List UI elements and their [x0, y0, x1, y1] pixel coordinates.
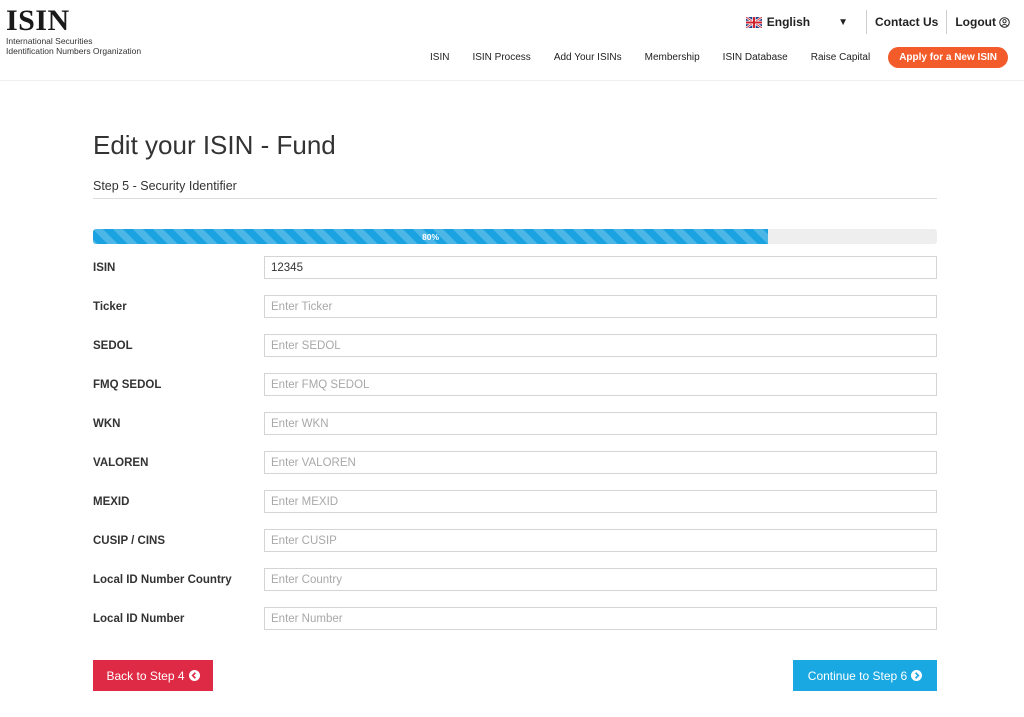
nav-add-your-isins[interactable]: Add Your ISINs — [554, 52, 622, 63]
fmq-sedol-input[interactable] — [264, 373, 937, 396]
divider — [93, 198, 937, 199]
form-row-isin: ISIN — [93, 256, 937, 295]
local-id-country-label: Local ID Number Country — [93, 574, 232, 586]
local-id-number-label: Local ID Number — [93, 613, 185, 625]
isin-label: ISIN — [93, 262, 116, 274]
local-id-number-input[interactable] — [264, 607, 937, 630]
step-label: Step 5 - Security Identifier — [93, 179, 237, 193]
nav-isin-database[interactable]: ISIN Database — [723, 52, 788, 63]
main-content: Edit your ISIN - Fund Step 5 - Security … — [93, 130, 937, 691]
back-button-label: Back to Step 4 — [106, 668, 185, 683]
form-row-local-id-country: Local ID Number Country — [93, 568, 937, 607]
ticker-label: Ticker — [93, 301, 127, 313]
back-to-step-4-button[interactable]: Back to Step 4 — [93, 660, 213, 691]
form-row-wkn: WKN — [93, 412, 937, 451]
uk-flag-icon — [745, 16, 762, 28]
nav-isin-process[interactable]: ISIN Process — [472, 52, 530, 63]
logout-link[interactable]: Logout — [947, 15, 1010, 29]
apply-new-isin-button[interactable]: Apply for a New ISIN — [888, 47, 1008, 68]
mexid-input[interactable] — [264, 490, 937, 513]
sedol-input[interactable] — [264, 334, 937, 357]
language-selector[interactable]: English — [745, 15, 824, 29]
arrow-circle-right-icon — [911, 670, 923, 681]
form-row-fmq-sedol: FMQ SEDOL — [93, 373, 937, 412]
cusip-label: CUSIP / CINS — [93, 535, 165, 547]
form-row-mexid: MEXID — [93, 490, 937, 529]
continue-to-step-6-button[interactable]: Continue to Step 6 — [793, 660, 937, 691]
valoren-input[interactable] — [264, 451, 937, 474]
language-label: English — [766, 15, 811, 29]
utility-bar: English ▼ Contact Us Logout — [745, 10, 1010, 34]
caret-down-icon[interactable]: ▼ — [824, 17, 866, 28]
fmq-sedol-label: FMQ SEDOL — [93, 379, 162, 391]
next-button-label: Continue to Step 6 — [807, 668, 908, 683]
wkn-input[interactable] — [264, 412, 937, 435]
site-header: ISIN International Securities Identifica… — [0, 0, 1024, 81]
arrow-circle-left-icon — [188, 670, 200, 681]
contact-us-link[interactable]: Contact Us — [867, 15, 946, 29]
form-row-ticker: Ticker — [93, 295, 937, 334]
ticker-input[interactable] — [264, 295, 937, 318]
logo-subtitle-line1: International Securities — [6, 36, 93, 46]
page-title: Edit your ISIN - Fund — [93, 130, 336, 160]
form-row-local-id-number: Local ID Number — [93, 607, 937, 646]
security-identifier-form: ISIN Ticker SEDOL FMQ SEDOL WKN VALOREN … — [93, 256, 937, 646]
cusip-input[interactable] — [264, 529, 937, 552]
progress-text: 80% — [422, 231, 440, 242]
form-row-valoren: VALOREN — [93, 451, 937, 490]
wkn-label: WKN — [93, 418, 121, 430]
isin-input[interactable] — [264, 256, 937, 279]
valoren-label: VALOREN — [93, 457, 149, 469]
logo[interactable]: ISIN International Securities Identifica… — [6, 4, 142, 57]
nav-isin[interactable]: ISIN — [430, 52, 449, 63]
logo-wordmark: ISIN — [6, 4, 70, 37]
user-circle-icon — [999, 16, 1010, 28]
sedol-label: SEDOL — [93, 340, 133, 352]
local-id-country-input[interactable] — [264, 568, 937, 591]
form-row-sedol: SEDOL — [93, 334, 937, 373]
form-row-cusip: CUSIP / CINS — [93, 529, 937, 568]
logout-label: Logout — [955, 15, 996, 29]
nav-membership[interactable]: Membership — [645, 52, 700, 63]
progress-bar: 80% — [93, 229, 937, 244]
logo-subtitle-line2: Identification Numbers Organization — [6, 46, 142, 56]
nav-raise-capital[interactable]: Raise Capital — [811, 52, 870, 63]
mexid-label: MEXID — [93, 496, 130, 508]
main-nav: ISIN ISIN Process Add Your ISINs Members… — [407, 47, 1008, 68]
